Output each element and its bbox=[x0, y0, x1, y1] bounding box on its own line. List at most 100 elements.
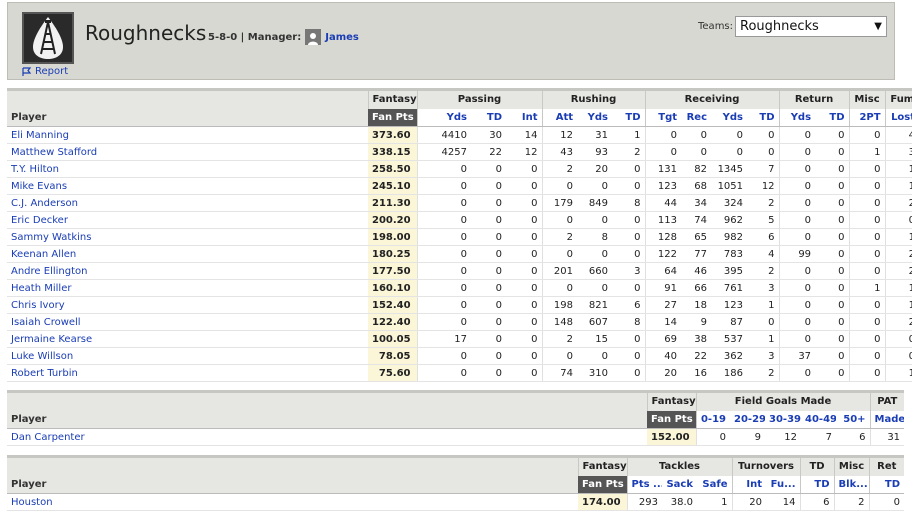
stat-cell: 2 bbox=[884, 262, 912, 280]
stat-column-header[interactable]: Int bbox=[506, 108, 543, 127]
stat-column-header[interactable]: Yds bbox=[711, 108, 748, 127]
player-name-link[interactable]: C.J. Anderson bbox=[7, 194, 368, 212]
stat-cell: 0 bbox=[848, 177, 886, 195]
stat-cell: 34 bbox=[681, 194, 712, 212]
stat-cell: 18 bbox=[681, 296, 712, 314]
fan-pts-column-header[interactable]: Fan Pts bbox=[578, 475, 627, 494]
stat-cell: 6 bbox=[799, 493, 835, 511]
fantasy-points-cell: 78.05 bbox=[368, 347, 417, 365]
stat-cell: 0 bbox=[681, 126, 712, 144]
table-row: Andre Ellington 177.50 0 0 0 201 660 3 64 46 395 2 0… bbox=[7, 262, 912, 280]
record-manager-label: 5-8-0 | Manager: bbox=[208, 31, 302, 43]
stat-column-header[interactable]: Tgt bbox=[644, 108, 682, 127]
stat-cell: 0 bbox=[711, 126, 748, 144]
stat-column-header[interactable]: Rec bbox=[681, 108, 712, 127]
player-name-link[interactable]: Isaiah Crowell bbox=[7, 313, 368, 331]
stat-cell: 4 bbox=[884, 126, 912, 144]
stat-column-header[interactable]: 30-39 bbox=[765, 410, 801, 429]
table-row: Matthew Stafford 338.15 4257 22 12 43 93 2 0 0 0 0 0… bbox=[7, 143, 912, 161]
player-name-link[interactable]: Robert Turbin bbox=[7, 364, 368, 382]
stat-column-header[interactable]: 2PT bbox=[848, 108, 886, 127]
stat-column-header[interactable]: TD bbox=[815, 108, 850, 127]
stat-cell: 44 bbox=[644, 194, 682, 212]
group-header: Field Goals Made bbox=[695, 390, 871, 411]
stat-cell: 0 bbox=[416, 262, 471, 280]
stat-cell: 0 bbox=[747, 126, 780, 144]
stat-cell: 5 bbox=[747, 211, 780, 229]
stat-column-header[interactable]: Yds bbox=[577, 108, 613, 127]
manager-link[interactable]: James bbox=[325, 32, 359, 43]
player-name-link[interactable]: Eric Decker bbox=[7, 211, 368, 229]
stat-cell: 0 bbox=[778, 126, 816, 144]
group-header-row: Fantasy Tackles Turnovers TD Misc Ret bbox=[7, 455, 905, 476]
report-link[interactable]: Report bbox=[22, 66, 68, 77]
player-name-link[interactable]: Dan Carpenter bbox=[7, 428, 647, 446]
stat-cell: 93 bbox=[577, 143, 613, 161]
stat-cell: 0 bbox=[506, 177, 543, 195]
group-header: Return bbox=[778, 88, 850, 109]
stat-column-header[interactable]: 40-49 bbox=[801, 410, 836, 429]
stat-column-header[interactable]: Lost bbox=[884, 108, 912, 127]
fantasy-points-cell: 211.30 bbox=[368, 194, 417, 212]
player-name-link[interactable]: Eli Manning bbox=[7, 126, 368, 144]
stat-column-header[interactable]: 0-19 bbox=[695, 410, 730, 429]
stat-cell: 4410 bbox=[416, 126, 471, 144]
stat-cell: 9 bbox=[681, 313, 712, 331]
stat-column-header[interactable]: TD bbox=[612, 108, 646, 127]
stat-column-header[interactable]: 20-29 bbox=[730, 410, 765, 429]
stat-column-header[interactable]: Pts ... bbox=[626, 475, 662, 494]
stat-column-header[interactable]: Sack bbox=[662, 475, 697, 494]
stat-cell: 2 bbox=[541, 160, 578, 178]
column-header-row: Player Fan Pts 0-19 20-29 30-39 40-49 50+ Made bbox=[7, 410, 905, 429]
stat-column-header[interactable]: Att bbox=[541, 108, 578, 127]
stat-cell: 2 bbox=[747, 364, 780, 382]
stat-cell: 0 bbox=[815, 364, 850, 382]
teams-select[interactable]: Roughnecks ▼ bbox=[735, 16, 887, 37]
stat-cell: 0 bbox=[815, 330, 850, 348]
stat-column-header[interactable]: Int bbox=[731, 475, 767, 494]
stat-cell: 821 bbox=[577, 296, 613, 314]
teams-label: Teams: bbox=[698, 21, 734, 32]
stat-cell: 131 bbox=[644, 160, 682, 178]
stat-column-header[interactable]: 50+ bbox=[836, 410, 871, 429]
player-name-link[interactable]: Jermaine Kearse bbox=[7, 330, 368, 348]
stat-cell: 20 bbox=[644, 364, 682, 382]
player-name-link[interactable]: Chris Ivory bbox=[7, 296, 368, 314]
group-header: Passing bbox=[416, 88, 543, 109]
player-name-link[interactable]: Mike Evans bbox=[7, 177, 368, 195]
stat-column-header[interactable]: Yds bbox=[778, 108, 816, 127]
player-name-link[interactable]: Matthew Stafford bbox=[7, 143, 368, 161]
stat-cell: 0 bbox=[416, 245, 471, 263]
stat-cell: 37 bbox=[778, 347, 816, 365]
stat-column-header[interactable]: Safe bbox=[697, 475, 733, 494]
stat-cell: 113 bbox=[644, 211, 682, 229]
stat-column-header[interactable]: Blk... bbox=[833, 475, 870, 494]
player-name-link[interactable]: Sammy Watkins bbox=[7, 228, 368, 246]
fantasy-points-cell: 122.40 bbox=[368, 313, 417, 331]
stat-cell: 0 bbox=[778, 279, 816, 297]
player-name-link[interactable]: Keenan Allen bbox=[7, 245, 368, 263]
stat-cell: 2 bbox=[833, 493, 870, 511]
stat-cell: 1 bbox=[884, 177, 912, 195]
fantasy-points-cell: 245.10 bbox=[368, 177, 417, 195]
player-name-link[interactable]: Andre Ellington bbox=[7, 262, 368, 280]
stat-cell: 0 bbox=[471, 160, 506, 178]
stat-column-header[interactable]: Fu... bbox=[766, 475, 801, 494]
stat-column-header[interactable]: TD bbox=[868, 475, 905, 494]
fantasy-points-cell: 258.50 bbox=[368, 160, 417, 178]
stat-column-header[interactable]: TD bbox=[747, 108, 780, 127]
fan-pts-column-header[interactable]: Fan Pts bbox=[368, 108, 417, 127]
stat-column-header[interactable]: Yds bbox=[416, 108, 471, 127]
stat-cell: 0 bbox=[644, 143, 682, 161]
stat-cell: 0 bbox=[778, 296, 816, 314]
fan-pts-column-header[interactable]: Fan Pts bbox=[647, 410, 696, 429]
player-name-link[interactable]: Luke Willson bbox=[7, 347, 368, 365]
stat-cell: 395 bbox=[711, 262, 748, 280]
player-name-link[interactable]: Heath Miller bbox=[7, 279, 368, 297]
player-name-link[interactable]: Houston bbox=[7, 493, 578, 511]
stat-column-header[interactable]: TD bbox=[471, 108, 506, 127]
stat-column-header[interactable]: TD bbox=[799, 475, 835, 494]
stat-cell: 4257 bbox=[416, 143, 471, 161]
player-name-link[interactable]: T.Y. Hilton bbox=[7, 160, 368, 178]
stat-column-header[interactable]: Made bbox=[869, 410, 905, 429]
